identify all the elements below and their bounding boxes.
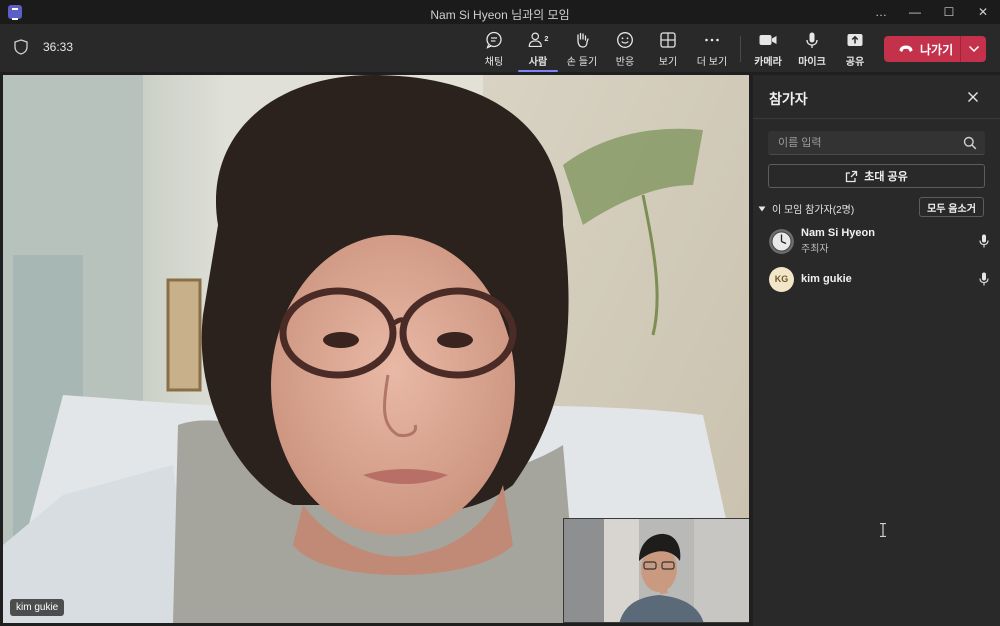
shield-icon <box>14 39 28 55</box>
view-icon <box>657 30 679 50</box>
participants-section-label: 이 모임 참가자(2명) <box>772 205 855 216</box>
toolbar-divider <box>740 36 741 62</box>
title-bar: Nam Si Hyeon 님과의 모임 … — ☐ ✕ <box>0 0 1000 24</box>
people-button[interactable]: 2 사람 <box>516 30 560 72</box>
panel-divider <box>753 118 1000 119</box>
mic-icon <box>801 30 823 50</box>
people-count-badge: 2 <box>544 34 548 43</box>
hang-up-icon <box>899 45 913 52</box>
camera-label: 카메라 <box>754 57 782 68</box>
panel-title: 참가자 <box>769 91 808 107</box>
main-video[interactable]: kim gukie <box>3 75 749 623</box>
window-controls: … — ☐ ✕ <box>864 0 1000 24</box>
reaction-icon <box>614 30 636 50</box>
text-cursor-icon <box>880 523 886 537</box>
main-video-name-tag: kim gukie <box>10 599 65 616</box>
participant-search <box>768 131 985 155</box>
mic-label: 마이크 <box>798 57 826 68</box>
caret-down-icon <box>758 206 766 211</box>
avatar: KG <box>769 266 794 292</box>
participant-role: 주최자 <box>801 244 829 255</box>
camera-button[interactable]: 카메라 <box>746 30 790 70</box>
participant-name: kim gukie <box>801 273 852 285</box>
view-label: 보기 <box>658 57 678 68</box>
more-icon <box>701 30 723 50</box>
mic-icon <box>979 234 989 248</box>
self-view-frame <box>564 519 749 622</box>
chat-label: 채팅 <box>484 57 504 68</box>
participant-info: Nam Si Hyeon 주최자 <box>801 227 875 255</box>
mute-all-button[interactable]: 모두 음소거 <box>919 197 984 217</box>
participants-panel: 참가자 초대 공유 이 모임 참가자(2명) 모두 음소거 Nam Si Hye… <box>753 75 1000 626</box>
maximize-button[interactable]: ☐ <box>932 0 966 24</box>
share-link-icon <box>846 170 858 182</box>
search-icon[interactable] <box>963 136 977 150</box>
chat-icon <box>483 30 505 50</box>
participant-name: Nam Si Hyeon <box>801 227 875 239</box>
more-options-icon[interactable]: … <box>864 0 898 24</box>
leave-options-button[interactable] <box>961 36 986 62</box>
search-input[interactable] <box>778 131 958 155</box>
clock-avatar-icon <box>769 228 794 254</box>
participant-info: kim gukie <box>801 273 852 285</box>
chevron-down-icon <box>968 45 979 53</box>
share-label: 공유 <box>845 57 865 68</box>
more-button[interactable]: 더 보기 <box>690 30 734 70</box>
close-icon <box>968 92 978 102</box>
mic-button[interactable]: 마이크 <box>790 30 834 70</box>
participants-section-toggle[interactable]: 이 모임 참가자(2명) <box>758 201 854 216</box>
meeting-timer: 36:33 <box>43 40 74 54</box>
raise-hand-label: 손 들기 <box>566 57 598 68</box>
leave-button[interactable]: 나가기 <box>884 36 960 62</box>
close-panel-button[interactable] <box>963 87 983 107</box>
avatar <box>769 228 794 254</box>
view-button[interactable]: 보기 <box>646 30 690 70</box>
raise-hand-icon <box>571 30 593 50</box>
raise-hand-button[interactable]: 손 들기 <box>560 30 604 70</box>
invite-label: 초대 공유 <box>864 171 908 183</box>
self-view-video[interactable] <box>563 518 749 623</box>
reaction-button[interactable]: 반응 <box>603 30 647 70</box>
mic-icon <box>979 272 989 286</box>
meeting-toolbar: 36:33 채팅 2 사람 손 들기 반응 보기 더 보기 카메라 마이크 공유… <box>0 24 1000 72</box>
share-icon <box>844 30 866 50</box>
reaction-label: 반응 <box>615 57 635 68</box>
share-button[interactable]: 공유 <box>833 30 877 70</box>
share-invite-button[interactable]: 초대 공유 <box>768 164 985 188</box>
more-label: 더 보기 <box>696 57 728 68</box>
active-tab-indicator <box>518 70 558 72</box>
close-window-button[interactable]: ✕ <box>966 0 1000 24</box>
minimize-button[interactable]: — <box>898 0 932 24</box>
participant-row[interactable]: Nam Si Hyeon 주최자 <box>769 227 989 255</box>
people-icon: 2 <box>527 30 549 50</box>
window-title: Nam Si Hyeon 님과의 모임 <box>430 8 570 22</box>
participant-row[interactable]: KG kim gukie <box>769 265 989 293</box>
leave-button-group: 나가기 <box>884 36 986 62</box>
people-label: 사람 <box>528 57 548 68</box>
camera-icon <box>757 30 779 50</box>
chat-button[interactable]: 채팅 <box>472 30 516 70</box>
leave-label: 나가기 <box>920 42 954 57</box>
